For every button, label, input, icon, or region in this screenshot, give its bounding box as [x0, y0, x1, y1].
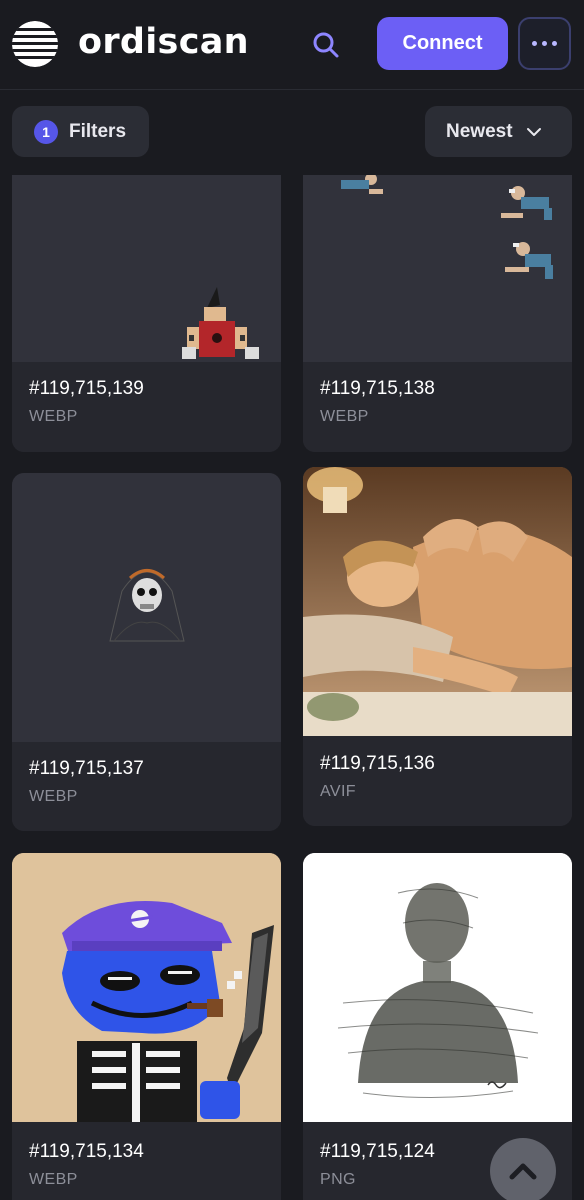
- top-navbar: ordiscan Connect: [0, 0, 584, 90]
- inscription-card[interactable]: #119,715,139 WEBP: [12, 175, 281, 452]
- inscription-image: [12, 853, 281, 1122]
- filters-label: Filters: [69, 120, 127, 142]
- inscription-card[interactable]: #119,715,137 WEBP: [12, 473, 281, 831]
- more-dot: [542, 41, 547, 46]
- sort-label: Newest: [446, 120, 513, 142]
- inscription-card[interactable]: #119,715,138 WEBP: [303, 175, 572, 452]
- inscription-number: #119,715,136: [320, 753, 435, 774]
- content-type: WEBP: [29, 408, 78, 425]
- more-dot: [552, 41, 557, 46]
- search-icon: [313, 32, 339, 58]
- chevron-up-icon: [509, 1163, 537, 1180]
- more-dots-icon: [532, 41, 537, 46]
- inscription-image: [303, 467, 572, 736]
- inscription-image: [303, 175, 572, 362]
- inscription-number: #119,715,138: [320, 378, 435, 399]
- card-info: #119,715,134 WEBP: [12, 1122, 281, 1200]
- logo-text[interactable]: ordiscan: [78, 22, 249, 62]
- inscription-image: [303, 853, 572, 1122]
- content-type: AVIF: [320, 783, 356, 800]
- inscription-image: [12, 175, 281, 362]
- inscription-card[interactable]: #119,715,136 AVIF: [303, 467, 572, 826]
- inscription-number: #119,715,134: [29, 1141, 144, 1162]
- inscription-number: #119,715,139: [29, 378, 144, 399]
- card-info: #119,715,138 WEBP: [303, 362, 572, 452]
- content-type: WEBP: [320, 408, 369, 425]
- ordiscan-logo-icon[interactable]: [12, 21, 58, 67]
- inscription-number: #119,715,137: [29, 758, 144, 779]
- more-menu-button[interactable]: [518, 17, 571, 70]
- content-type: WEBP: [29, 788, 78, 805]
- content-type: WEBP: [29, 1171, 78, 1188]
- card-info: #119,715,136 AVIF: [303, 736, 572, 826]
- filters-button[interactable]: 1 Filters: [12, 106, 149, 157]
- sort-dropdown[interactable]: Newest: [425, 106, 572, 157]
- inscription-image: [12, 473, 281, 742]
- search-button[interactable]: [305, 24, 347, 66]
- card-info: #119,715,139 WEBP: [12, 362, 281, 452]
- card-info: #119,715,137 WEBP: [12, 742, 281, 831]
- filter-count-badge: 1: [34, 119, 58, 144]
- inscription-card[interactable]: #119,715,134 WEBP: [12, 853, 281, 1200]
- scroll-to-top-button[interactable]: [490, 1138, 556, 1200]
- chevron-down-icon: [526, 127, 541, 136]
- connect-button[interactable]: Connect: [377, 17, 508, 70]
